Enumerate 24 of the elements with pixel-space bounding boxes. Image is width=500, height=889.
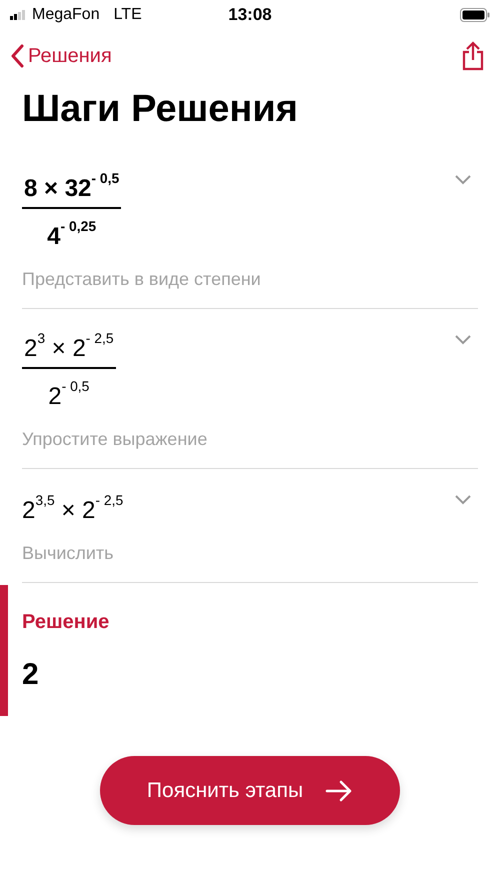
arrow-right-icon — [325, 780, 354, 802]
chevron-down-icon — [454, 334, 472, 344]
solution-heading: Решение — [22, 611, 110, 634]
chevron-left-icon — [10, 44, 24, 68]
denominator: 2$^{- 0,5}$ — [48, 383, 90, 410]
step-caption: Представить в виде степени — [22, 269, 261, 290]
numerator: 8 × 32$^{- 0,5}$ — [24, 175, 120, 202]
explain-steps-button[interactable]: Пояснить этапы — [100, 756, 400, 825]
carrier-name: MegaFon — [32, 6, 100, 24]
step-caption: Вычислить — [22, 543, 115, 564]
chevron-down-icon — [454, 174, 472, 184]
numerator: 2$^{3}$ × 2$^{- 2,5}$ — [24, 335, 114, 362]
battery-icon — [460, 8, 490, 22]
chevron-down-icon — [454, 494, 472, 504]
back-button[interactable]: Решения — [10, 44, 112, 68]
step-caption: Упростите выражение — [22, 429, 208, 450]
signal-icon — [10, 10, 26, 20]
solution-value: 2 — [22, 658, 40, 692]
page-title: Шаги Решения — [22, 88, 299, 131]
denominator: 4$^{- 0,25}$ — [47, 223, 96, 250]
clock: 13:08 — [227, 5, 273, 25]
network-type: LTE — [114, 6, 142, 24]
share-icon[interactable] — [462, 41, 484, 71]
math-expression: 2$^{3,5}$ × 2$^{- 2,5}$ — [22, 497, 124, 524]
